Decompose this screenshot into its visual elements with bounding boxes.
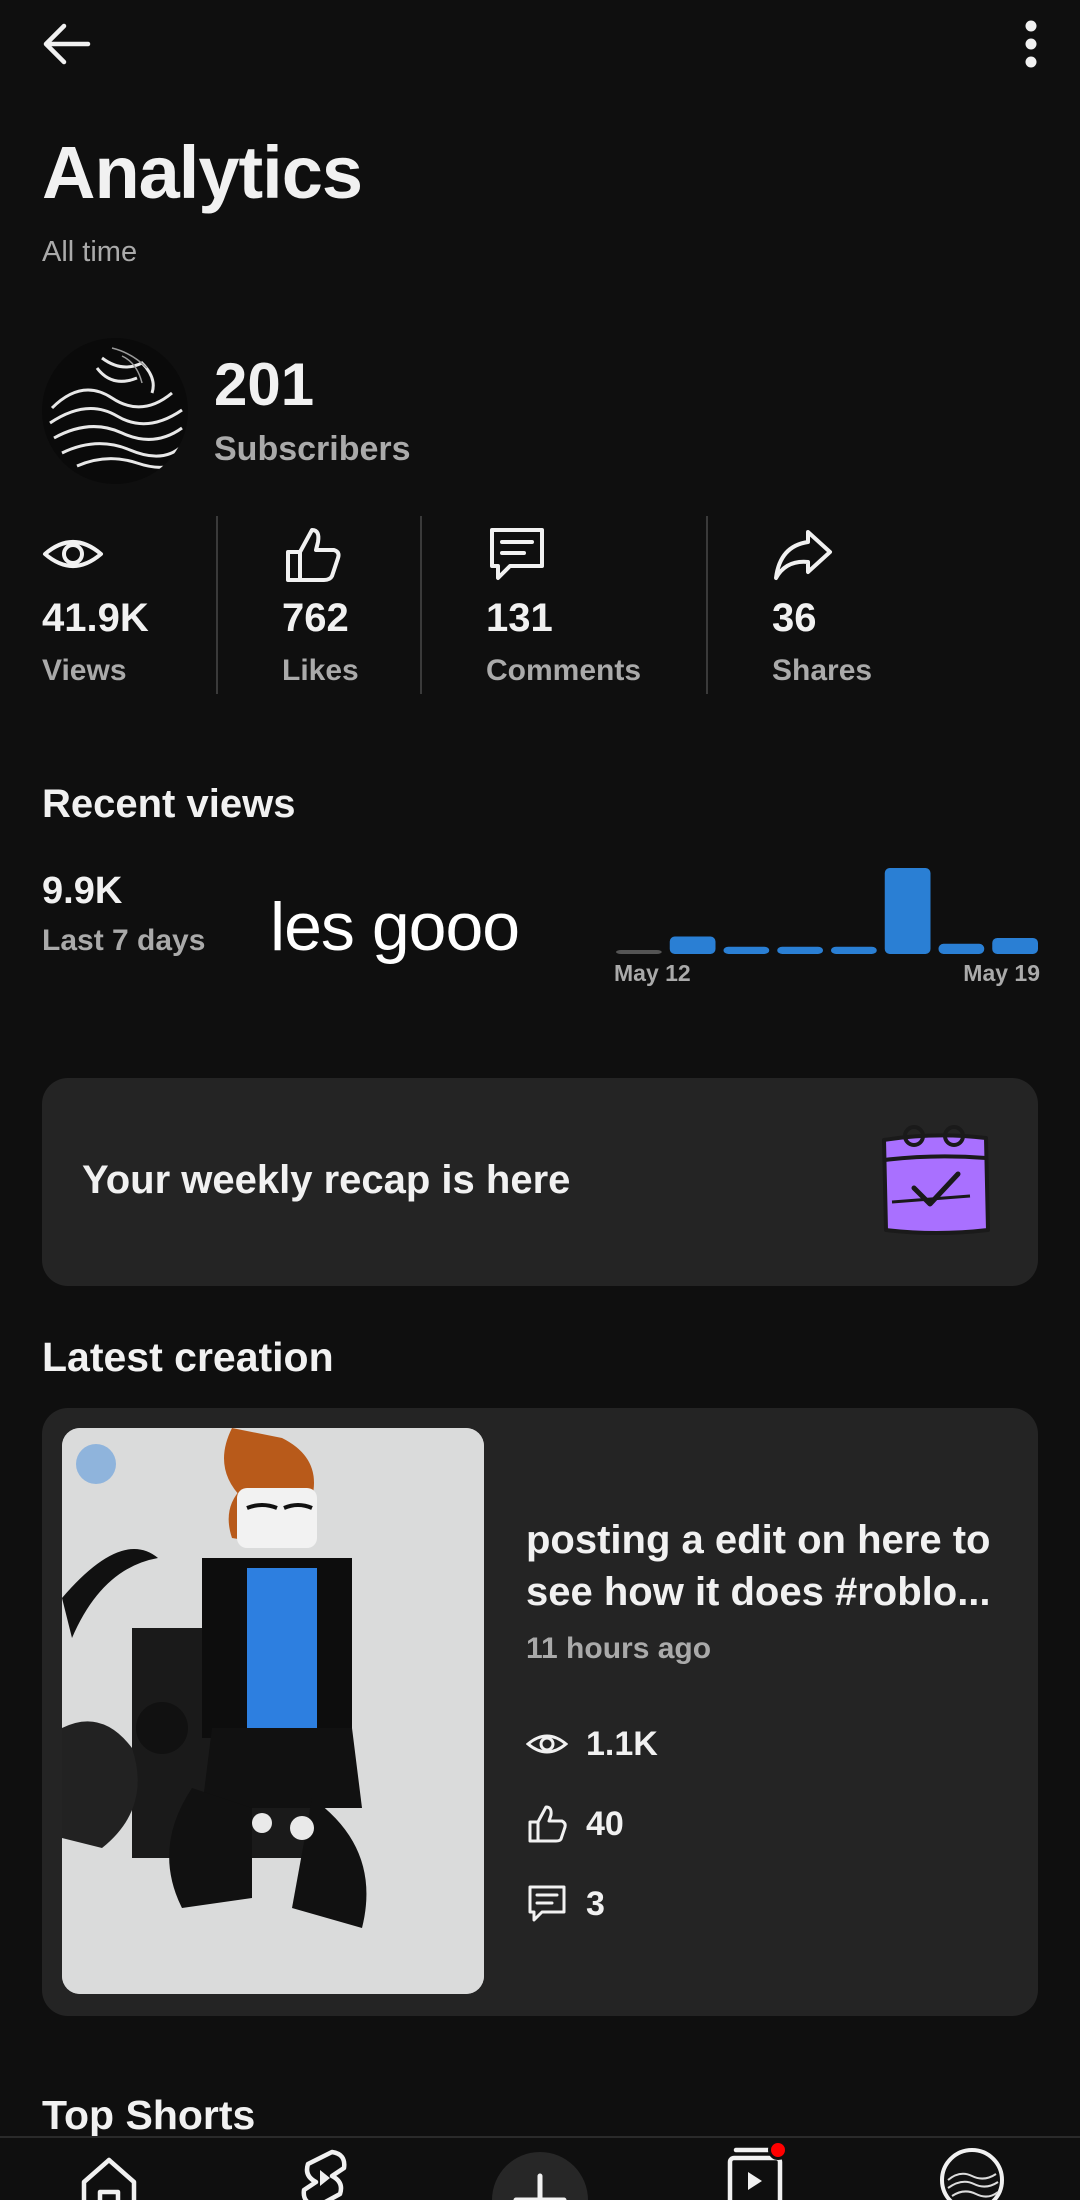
shares-value: 36 [772, 596, 817, 640]
stats-row: 41.9K Views 762 Likes 131 Comments 36 Sh… [0, 512, 1080, 697]
chart-bar [884, 868, 931, 954]
nav-shorts[interactable] [296, 2148, 352, 2200]
views-value: 41.9K [42, 596, 149, 640]
chart-bar [723, 946, 770, 954]
chart-bar [777, 946, 823, 954]
nav-create-button[interactable] [492, 2152, 588, 2200]
eye-icon [526, 1734, 568, 1754]
views-label: Views [42, 654, 127, 687]
chart-bar [938, 943, 985, 954]
arrow-left-icon [43, 23, 91, 65]
top-shorts-title: Top Shorts [42, 2092, 256, 2138]
video-thumbnail[interactable] [62, 1428, 484, 1994]
video-title[interactable]: posting a edit on here to see how it doe… [526, 1514, 1006, 1618]
latest-creation-card[interactable]: posting a edit on here to see how it doe… [42, 1408, 1038, 2016]
calendar-check-icon [882, 1125, 990, 1235]
chart-bar [831, 946, 877, 954]
channel-avatar [42, 338, 188, 484]
recent-views-title: Recent views [42, 782, 296, 826]
chart-bar [616, 950, 662, 954]
likes-label: Likes [282, 654, 359, 687]
recent-views-period: Last 7 days [42, 924, 206, 957]
subscriber-count: 201 [214, 351, 315, 418]
more-vert-icon [1025, 20, 1037, 68]
profile-avatar-image [947, 2172, 999, 2198]
home-icon [81, 2157, 137, 2200]
chart-end-label: May 19 [963, 960, 1040, 986]
likes-value: 762 [282, 596, 349, 640]
video-time: 11 hours ago [526, 1632, 712, 1665]
video-likes-value: 40 [586, 1804, 624, 1843]
thumbs-up-icon [528, 1805, 567, 1843]
page-title: Analytics [42, 131, 363, 214]
latest-creation-title: Latest creation [42, 1334, 334, 1380]
shorts-icon [301, 2149, 347, 2200]
shares-label: Shares [772, 654, 873, 687]
top-bar [0, 0, 1080, 90]
eye-icon [43, 540, 103, 568]
video-comments-value: 3 [586, 1884, 605, 1923]
stat-divider [420, 516, 422, 694]
nav-home[interactable] [78, 2152, 140, 2200]
share-icon [774, 530, 832, 580]
back-button[interactable] [40, 14, 110, 74]
bottom-nav [0, 2136, 1080, 2200]
comments-value: 131 [486, 596, 553, 640]
overlay-caption: les gooo [270, 889, 520, 965]
time-range-label: All time [42, 236, 138, 268]
video-views-value: 1.1K [586, 1724, 658, 1763]
video-comments: 3 [526, 1882, 605, 1926]
chart-bar [992, 937, 1038, 954]
stat-divider [216, 516, 218, 694]
comments-label: Comments [486, 654, 642, 687]
recent-views-chart[interactable]: May 12 May 19 [612, 858, 1042, 988]
video-likes: 40 [526, 1802, 624, 1846]
create-icon [513, 2173, 567, 2200]
stat-divider [706, 516, 708, 694]
thumbs-up-icon [286, 528, 341, 582]
recent-views-value: 9.9K [42, 870, 123, 912]
chart-bar [669, 936, 716, 954]
nav-subscriptions[interactable] [724, 2140, 788, 2200]
comment-icon [528, 1885, 566, 1922]
recap-text: Your weekly recap is here [82, 1158, 571, 1202]
subscriber-label: Subscribers [214, 430, 411, 468]
video-views: 1.1K [526, 1722, 658, 1766]
more-options-button[interactable] [1006, 14, 1056, 74]
notification-dot [768, 2140, 788, 2160]
chart-start-label: May 12 [614, 960, 691, 986]
comment-icon [490, 528, 544, 580]
weekly-recap-card[interactable]: Your weekly recap is here [42, 1078, 1038, 1286]
nav-profile-avatar[interactable] [940, 2148, 1004, 2200]
